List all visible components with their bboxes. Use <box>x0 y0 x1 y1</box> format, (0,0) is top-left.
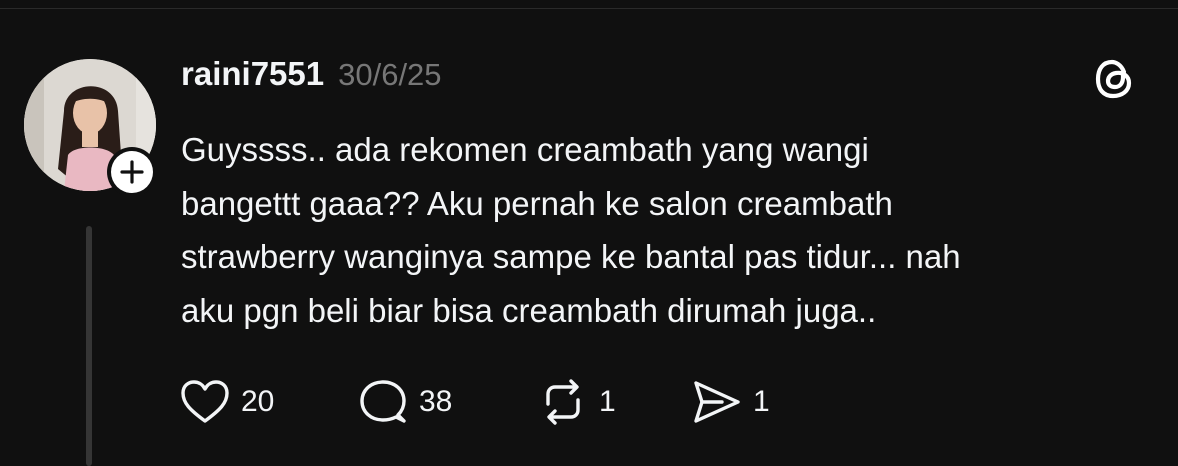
thread-line <box>86 226 92 466</box>
username-link[interactable]: raini7551 <box>181 55 324 93</box>
post-header: raini7551 30/6/25 <box>181 55 442 93</box>
share-count: 1 <box>753 385 770 418</box>
repost-icon <box>546 379 580 425</box>
repost-button[interactable]: 1 <box>538 378 616 426</box>
plus-icon <box>120 160 144 184</box>
post-body: Guyssss.. ada rekomen creambath yang wan… <box>181 123 1161 337</box>
post-date: 30/6/25 <box>338 57 442 92</box>
follow-button-circle <box>111 151 153 193</box>
reply-button[interactable]: 38 <box>358 378 452 426</box>
share-button[interactable]: 1 <box>692 378 770 426</box>
post-text-line: aku pgn beli biar bisa creambath dirumah… <box>181 291 877 329</box>
like-button[interactable]: 20 <box>180 378 274 426</box>
heart-icon <box>181 380 229 423</box>
repost-count: 1 <box>599 385 616 418</box>
follow-button[interactable] <box>107 147 157 197</box>
post-text-line: strawberry wanginya sampe ke bantal pas … <box>181 238 961 275</box>
comment-icon <box>360 380 406 423</box>
reply-count: 38 <box>419 385 453 418</box>
send-icon <box>694 381 740 423</box>
post-text-line: Guyssss.. ada rekomen creambath yang wan… <box>181 131 869 168</box>
threads-logo-icon[interactable] <box>1090 54 1140 104</box>
post-text-line: bangettt gaaa?? Aku pernah ke salon crea… <box>181 184 893 222</box>
like-count: 20 <box>241 385 275 418</box>
top-divider <box>0 8 1178 9</box>
